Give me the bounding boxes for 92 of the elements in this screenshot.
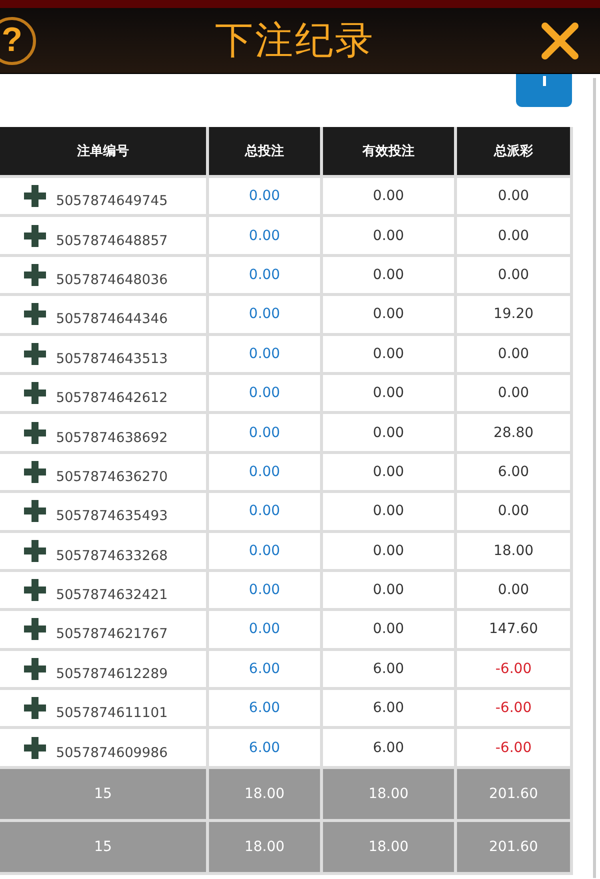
table-cell: 0.00 [248,188,280,204]
table-cell: 0.00 [372,542,404,559]
bet-id: 5057874621767 [56,626,168,642]
expand-icon[interactable] [22,262,48,288]
table-cell: 0.00 [372,464,404,480]
total-cell: 201.60 [457,768,570,819]
bet-id: 5057874609986 [56,744,168,761]
table-cell: 0.00 [248,621,280,638]
table-cell: 0.00 [248,385,280,402]
expand-icon[interactable] [22,301,48,328]
expand-icon[interactable] [22,183,48,210]
table-cell: 6.00 [498,464,530,480]
column-header: 总投注 [209,127,320,175]
table-cell: 147.60 [489,621,538,638]
table-cell: 0.00 [372,266,404,283]
table-cell: 0.00 [248,266,280,283]
table-cell: 0.00 [372,188,404,204]
expand-icon[interactable] [22,538,48,564]
expand-icon[interactable] [22,222,48,249]
table-cell: 0.00 [372,346,404,362]
total-cell: 18.00 [209,768,320,819]
column-header: 有效投注 [323,127,454,175]
table-cell: 19.20 [493,306,534,322]
table-cell: -6.00 [495,700,532,716]
bet-id: 5057874633268 [56,548,168,564]
table-cell: -6.00 [495,660,532,677]
bet-id: 5057874648857 [56,232,168,249]
bet-id: 5057874638692 [56,430,168,446]
total-cell: 15 [0,768,206,819]
total-cell: 18.00 [323,822,454,872]
table-cell: 0.00 [498,228,530,244]
table-cell: 0.00 [372,621,404,638]
table-cell: 6.00 [248,740,280,756]
table-cell: 0.00 [498,385,530,402]
expand-icon[interactable] [22,656,48,682]
table-cell: 18.00 [493,542,534,559]
table-cell: 0.00 [248,346,280,362]
expand-icon[interactable] [22,380,48,406]
scrollbar[interactable] [593,78,596,878]
table-cell: 0.00 [372,385,404,402]
expand-icon[interactable] [22,695,48,722]
bet-id: 5057874636270 [56,468,168,485]
table-cell: 0.00 [372,424,404,441]
table-cell: 6.00 [372,740,404,756]
bet-id: 5057874643513 [56,350,168,367]
expand-icon[interactable] [22,340,48,367]
table-cell: 0.00 [248,424,280,441]
table-cell: 0.00 [248,542,280,559]
table-cell: 6.00 [372,700,404,716]
total-cell: 18.00 [209,822,320,872]
table-cell: 6.00 [248,700,280,716]
expand-icon[interactable] [22,420,48,446]
bet-id: 5057874611101 [56,705,168,722]
expand-icon[interactable] [22,577,48,604]
table-cell: 0.00 [372,306,404,322]
total-cell: 201.60 [457,822,570,872]
bet-id: 5057874635493 [56,508,168,524]
table-cell: 0.00 [498,266,530,283]
total-cell: 18.00 [323,768,454,819]
table-cell: 0.00 [248,503,280,520]
table-cell: 0.00 [248,306,280,322]
table-cell: 0.00 [372,228,404,244]
total-cell: 15 [0,822,206,872]
table-cell: 0.00 [498,503,530,520]
table-cell: 0.00 [372,582,404,598]
table-cell: 6.00 [248,660,280,677]
page-title: 下注纪录 [215,17,375,64]
expand-icon[interactable] [22,734,48,761]
bet-id: 5057874632421 [56,587,168,604]
expand-icon[interactable] [22,458,48,485]
bet-id: 5057874644346 [56,311,168,328]
top-button[interactable] [516,74,572,107]
table-cell: 0.00 [248,228,280,244]
expand-icon[interactable] [22,616,48,642]
table-cell: 0.00 [498,582,530,598]
table-cell: 6.00 [372,660,404,677]
column-header: 总派彩 [457,127,570,175]
table-cell: 0.00 [248,582,280,598]
column-header: 注单编号 [0,127,206,175]
close-icon[interactable] [540,20,580,60]
table-cell: 0.00 [248,464,280,480]
table-cell: 0.00 [498,346,530,362]
expand-icon[interactable] [22,498,48,524]
table-cell: 28.80 [493,424,534,441]
bet-id: 5057874642612 [56,390,168,406]
bet-id: 5057874649745 [56,193,168,210]
bet-id: 5057874612289 [56,666,168,682]
table-cell: 0.00 [498,188,530,204]
bet-id: 5057874648036 [56,272,168,288]
table-cell: 0.00 [372,503,404,520]
help-button[interactable]: ? [0,16,36,64]
table-cell: -6.00 [495,740,532,756]
